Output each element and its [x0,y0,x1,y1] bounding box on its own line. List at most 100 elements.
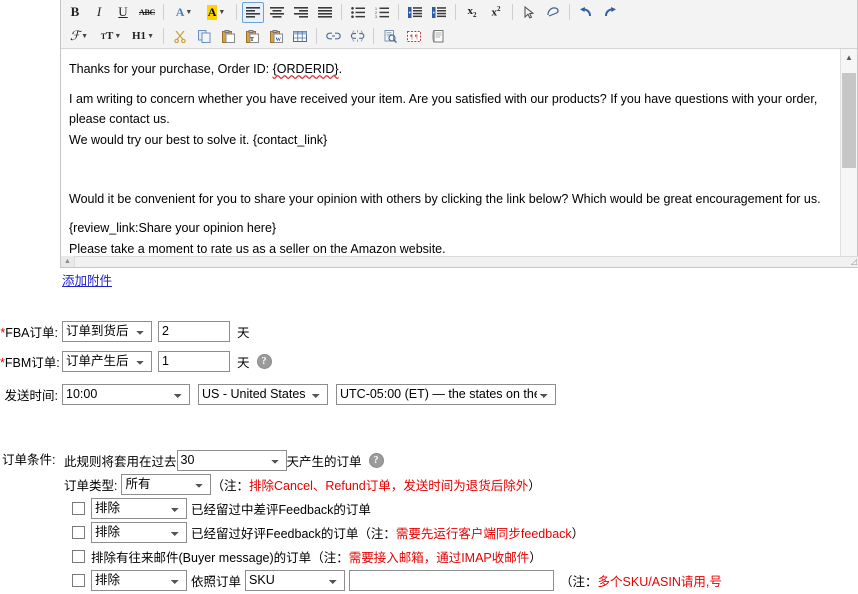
svg-text:T: T [249,37,253,43]
font-color-button[interactable]: A▼ [169,2,199,23]
numbered-list-button[interactable]: 1 2 3 [371,2,393,23]
positive-feedback-select[interactable]: 排除 [91,522,187,543]
negative-feedback-text: 已经留过中差评Feedback的订单 [191,499,371,518]
italic-button[interactable]: I [88,2,110,23]
subscript-button[interactable]: x2 [461,2,483,23]
font-size-button[interactable]: TT▼ [96,26,126,47]
paste-from-word-button[interactable]: W [265,26,287,47]
underline-button[interactable]: U [112,2,134,23]
order-type-note-open: （注： [211,475,249,494]
select-cursor-button[interactable] [518,2,540,23]
align-justify-icon [318,7,332,18]
buyer-message-checkbox[interactable] [72,550,85,563]
negative-feedback-select[interactable]: 排除 [91,498,187,519]
toolbar-separator [236,4,237,20]
redo-button[interactable] [599,2,621,23]
toolbar-row-2: ℱ▼ TT▼ H1▼ [61,24,857,48]
paste-as-text-button[interactable]: T [241,26,263,47]
bulleted-list-button[interactable] [347,2,369,23]
cut-button[interactable] [169,26,191,47]
bulleted-list-icon [351,7,365,18]
toolbar-separator [455,4,456,20]
timezone-select[interactable]: UTC-05:00 (ET) — the states on the Atla [336,384,556,405]
show-blocks-button[interactable]: ¶ ¶ [403,26,425,47]
table-icon [293,31,307,42]
unlink-button[interactable] [346,26,368,47]
send-time-select[interactable]: 10:00 [62,384,190,405]
indent-button[interactable] [428,2,450,23]
paste-button[interactable] [217,26,239,47]
email-body-text[interactable]: Thanks for your purchase, Order ID: {ORD… [61,49,833,267]
heading-button[interactable]: H1▼ [128,26,158,47]
editor-paragraph: {review_link:Share your opinion here} [69,218,821,239]
unlink-icon [350,30,365,42]
align-right-icon [294,7,308,18]
negative-feedback-checkbox[interactable] [72,502,85,515]
align-center-button[interactable] [266,2,288,23]
toolbar-separator [569,4,570,20]
editor-vertical-scrollbar[interactable]: ▲ ▼ [840,49,857,267]
insert-link-button[interactable] [322,26,344,47]
undo-button[interactable] [575,2,597,23]
outdent-button[interactable] [404,2,426,23]
fbm-days-input[interactable] [158,351,230,372]
editor-paragraph: Would it be convenient for you to share … [69,189,821,210]
sku-filter-checkbox[interactable] [72,574,85,587]
fba-order-row: *FBA订单: 订单到货后 天 [0,320,858,342]
copy-button[interactable] [193,26,215,47]
font-family-button[interactable]: ℱ▼ [64,26,94,47]
cursor-arrow-icon [523,6,535,19]
fbm-help-icon[interactable]: ? [257,354,272,369]
scrollbar-thumb[interactable] [842,73,856,168]
fba-trigger-select[interactable]: 订单到货后 [62,321,152,342]
redo-arrow-icon [603,6,617,18]
toolbar-separator [512,4,513,20]
fba-days-input[interactable] [158,321,230,342]
order-type-label: 订单类型: [64,475,117,494]
fba-days-unit: 天 [237,322,250,341]
preview-button[interactable] [379,26,401,47]
buyer-message-note-close: ） [529,547,542,566]
eraser-button[interactable] [542,2,564,23]
country-select[interactable]: US - United States [198,384,328,405]
positive-feedback-checkbox[interactable] [72,526,85,539]
align-right-button[interactable] [290,2,312,23]
past-days-help-icon[interactable]: ? [369,453,384,468]
templates-button[interactable] [427,26,449,47]
past-days-select[interactable]: 30 [177,450,287,471]
positive-feedback-note-open: （注： [358,523,396,542]
sku-type-select[interactable]: SKU [245,570,345,591]
bold-button[interactable]: B [64,2,86,23]
positive-feedback-row: 排除 已经留过好评Feedback的订单 （注： 需要先运行客户端同步feedb… [72,520,858,544]
add-attachment-link[interactable]: 添加附件 [62,270,112,289]
sku-filter-row: 排除 依照订单 SKU （注： 多个SKU/ASIN请用,号 [72,568,858,592]
past-days-suffix: 天产生的订单 [287,451,362,470]
editor-paragraph: I am writing to concern whether you have… [69,89,821,130]
toolbar-separator [163,28,164,44]
positive-feedback-text: 已经留过好评Feedback的订单 [191,523,358,542]
sku-exclude-select[interactable]: 排除 [91,570,187,591]
template-document-icon [432,30,444,43]
editor-content-area[interactable]: Thanks for your purchase, Order ID: {ORD… [61,49,857,267]
show-blocks-icon: ¶ ¶ [407,31,421,42]
superscript-button[interactable]: x2 [485,2,507,23]
fbm-trigger-select[interactable]: 订单产生后 [62,351,152,372]
align-justify-button[interactable] [314,2,336,23]
align-left-button[interactable] [242,2,264,23]
scroll-up-arrow-icon[interactable]: ▲ [841,49,857,66]
svg-text:¶: ¶ [410,34,413,40]
sku-note: 多个SKU/ASIN请用,号 [598,571,722,590]
strikethrough-button[interactable]: ABC [136,2,158,23]
toolbar-separator [373,28,374,44]
order-type-select[interactable]: 所有 [121,474,211,495]
sku-list-input[interactable] [349,570,554,591]
svg-text:¶: ¶ [415,34,418,40]
editor-resize-grip[interactable]: ◿ [845,257,857,266]
send-time-row: 发送时间: 10:00 US - United States UTC-05:00… [0,383,858,405]
insert-table-button[interactable] [289,26,311,47]
fba-order-label: *FBA订单: [0,322,62,341]
order-type-note: 排除Cancel、Refund订单，发送时间为退货后除外 [249,475,528,494]
paste-text-icon: T [246,30,259,43]
highlight-color-button[interactable]: A▼ [201,2,231,23]
eraser-icon [546,6,560,18]
